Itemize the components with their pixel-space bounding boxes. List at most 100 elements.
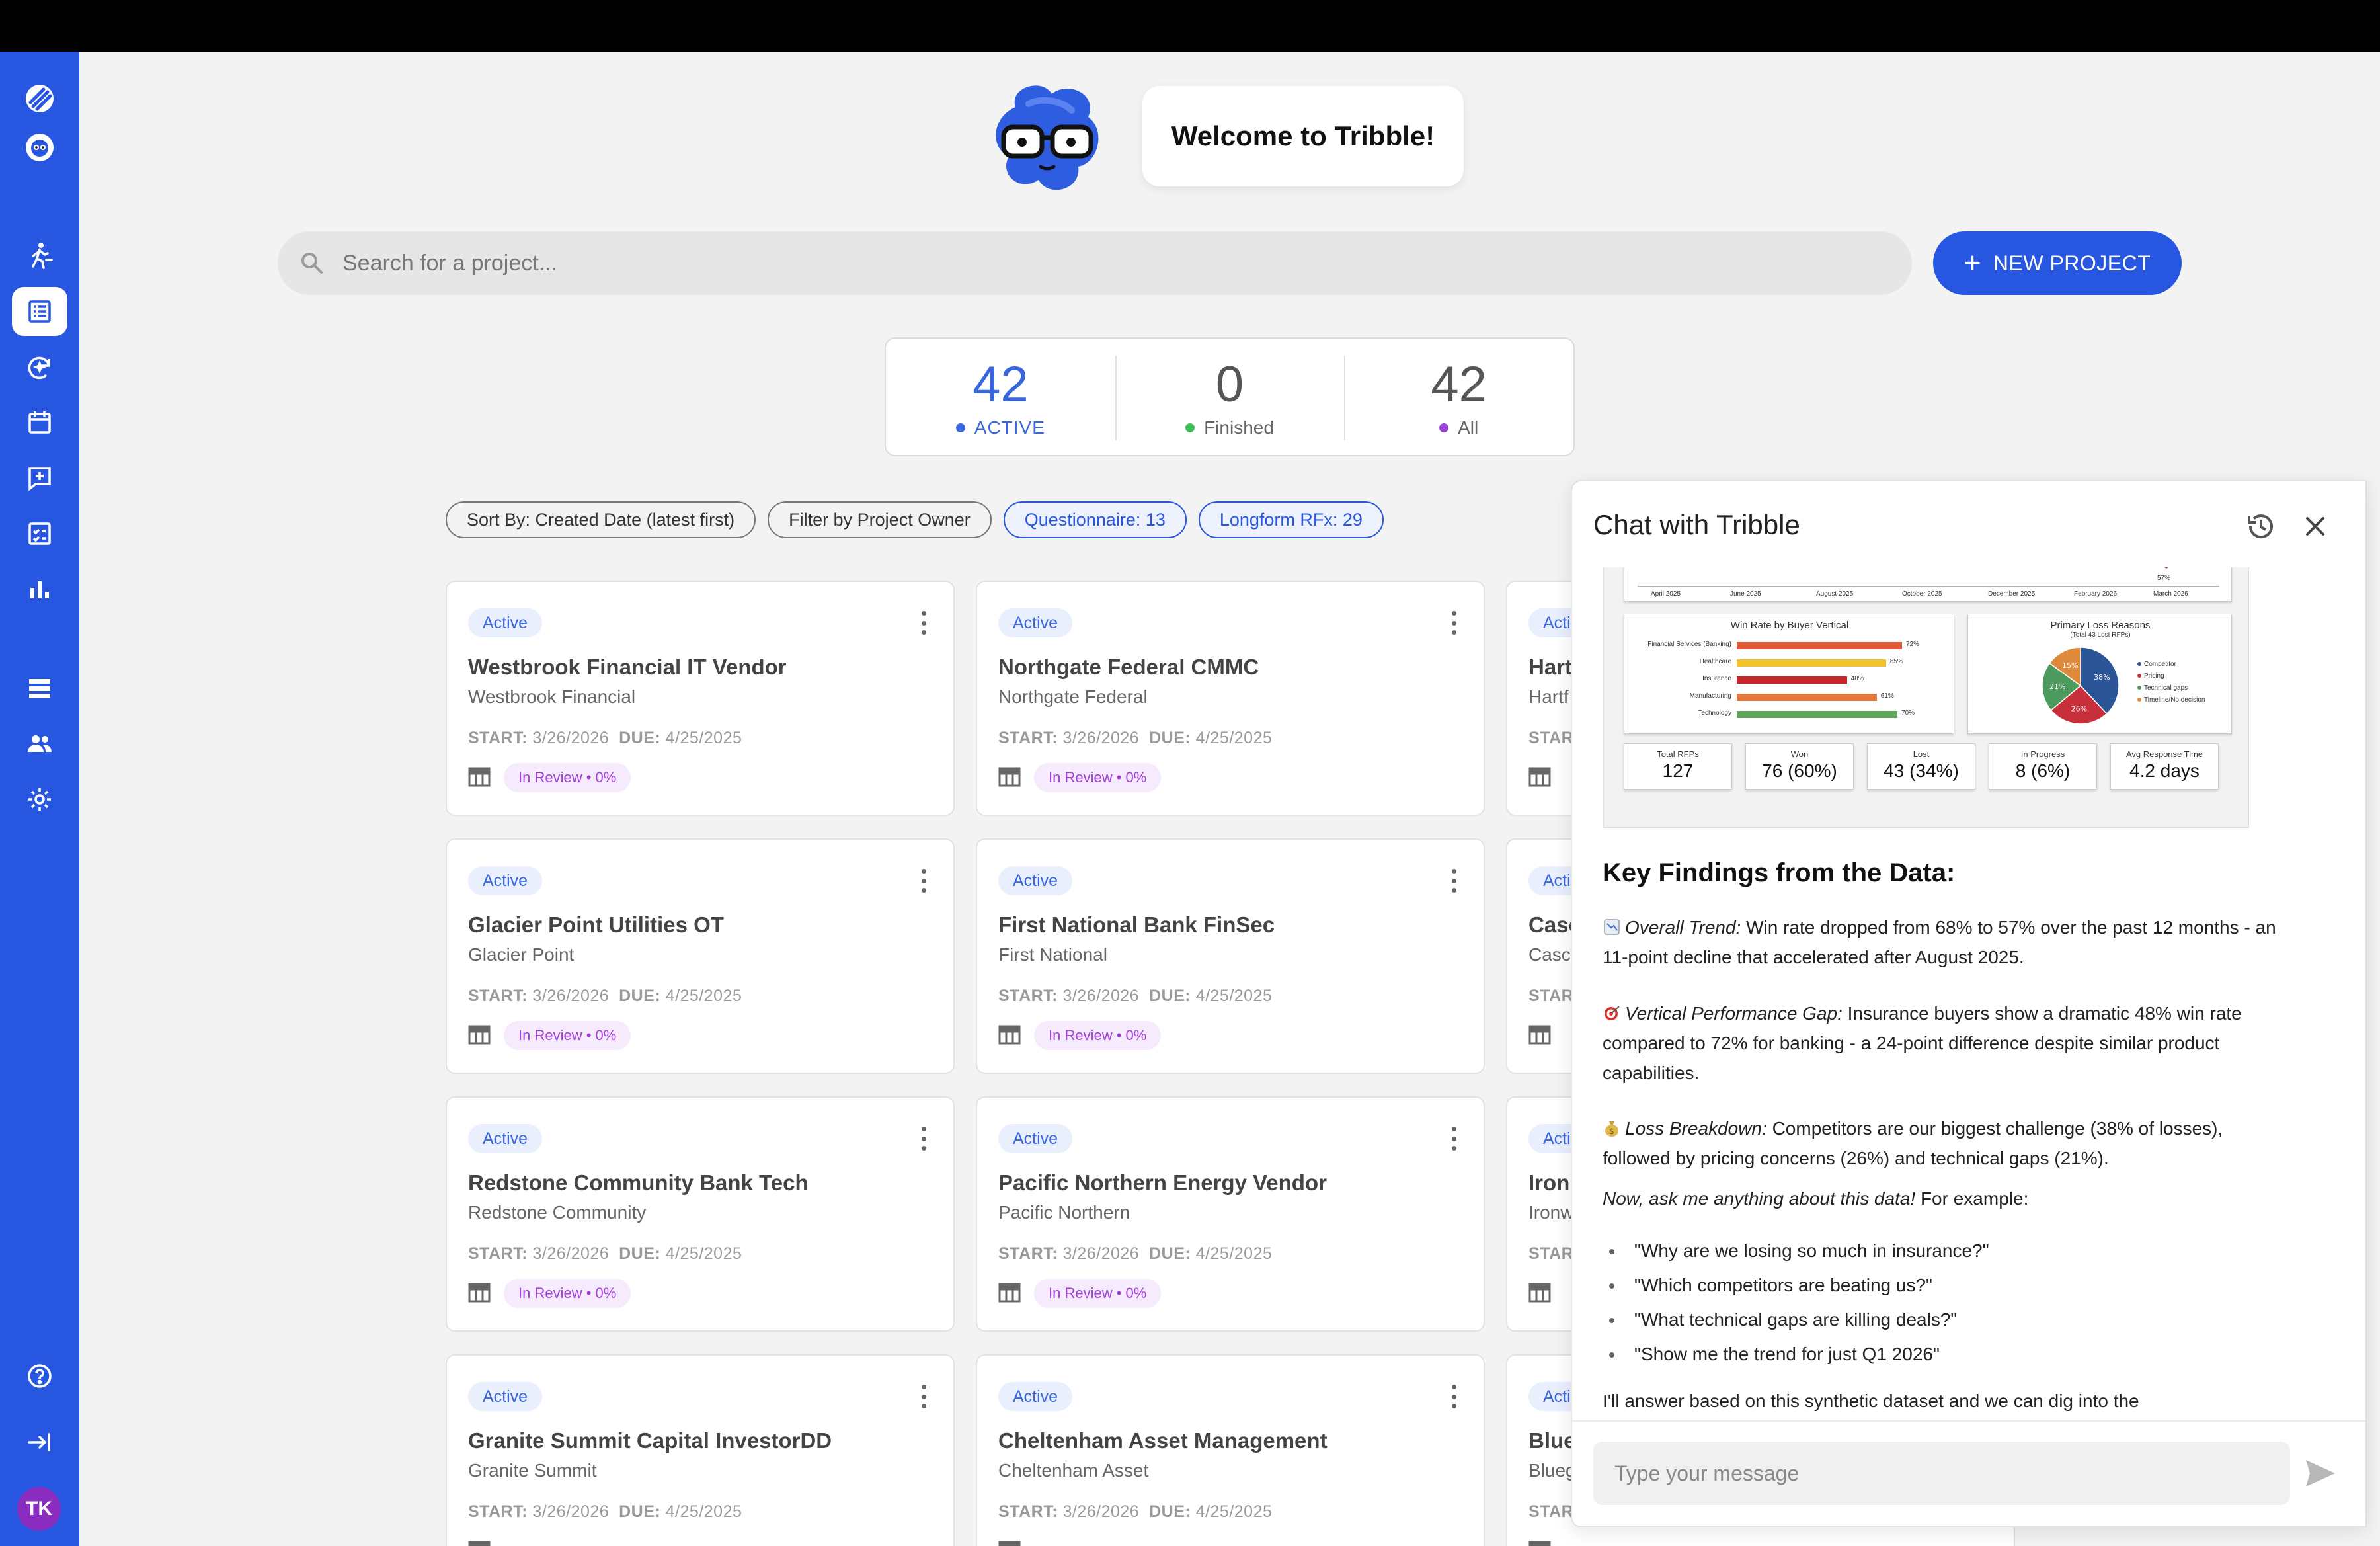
stat-label: Finished — [1204, 417, 1274, 438]
calendar-icon[interactable] — [12, 398, 67, 447]
status-badge: Active — [468, 608, 543, 637]
storage-icon[interactable] — [12, 664, 67, 713]
due-label: DUE: — [1149, 729, 1191, 747]
example-question[interactable]: "What technical gaps are killing deals?" — [1609, 1303, 1989, 1337]
project-stats: 42 ACTIVE 0 Finished 42 All — [885, 337, 1575, 456]
more-options-icon[interactable] — [1450, 1385, 1457, 1408]
chat-header: Chat with Tribble — [1572, 481, 2365, 567]
sidebar: TK — [0, 52, 79, 1546]
trend-x-label: April 2025 — [1651, 590, 1681, 598]
project-title: Redstone Community Bank Tech — [468, 1170, 809, 1195]
project-customer: Blueg — [1528, 1460, 1576, 1481]
bar-chart-icon[interactable] — [12, 565, 67, 614]
ask-rest: For example: — [1915, 1188, 2029, 1209]
collapse-icon[interactable] — [12, 1418, 67, 1467]
example-question[interactable]: "Which competitors are beating us?" — [1609, 1268, 1989, 1303]
vertical-value: 72% — [1906, 641, 1920, 648]
table-icon — [1528, 767, 1551, 787]
questionnaire-chip[interactable]: Questionnaire: 13 — [1003, 501, 1187, 538]
longform-rfx-chip[interactable]: Longform RFx: 29 — [1198, 501, 1384, 538]
stat-active[interactable]: 42 ACTIVE — [886, 339, 1115, 455]
project-card[interactable]: Active Glacier Point Utilities OT Glacier … — [446, 838, 955, 1074]
status-dot-icon — [955, 423, 965, 432]
legend-label: Pricing — [2144, 672, 2164, 680]
project-card[interactable]: Active Westbrook Financial IT Vendor Westb… — [446, 581, 955, 816]
chat-plus-icon[interactable] — [12, 454, 67, 503]
project-title: Iron — [1528, 1170, 1570, 1195]
sparkle-refresh-icon[interactable] — [12, 343, 67, 391]
send-icon[interactable] — [2305, 1459, 2336, 1488]
table-icon — [468, 767, 491, 787]
more-options-icon[interactable] — [1450, 869, 1457, 893]
project-customer: Glacier Point — [468, 944, 575, 965]
stat-value: 42 — [1431, 356, 1487, 413]
projects-list-icon[interactable] — [12, 287, 67, 336]
chat-message-input[interactable] — [1593, 1442, 2290, 1505]
sort-by-chip[interactable]: Sort By: Created Date (latest first) — [446, 501, 756, 538]
filter-owner-chip[interactable]: Filter by Project Owner — [768, 501, 992, 538]
filter-bar: Sort By: Created Date (latest first) Fil… — [446, 501, 1384, 538]
table-icon — [998, 1283, 1021, 1303]
due-date: 4/25/2025 — [1195, 1244, 1273, 1263]
due-label: DUE: — [619, 987, 661, 1005]
history-icon[interactable] — [2245, 510, 2277, 542]
project-customer: First National — [998, 944, 1107, 965]
tribble-bot-icon[interactable] — [12, 123, 67, 172]
kpi-value: 76 (60%) — [1762, 760, 1837, 781]
start-label: START: — [468, 729, 528, 747]
more-options-icon[interactable] — [920, 611, 927, 635]
more-options-icon[interactable] — [920, 1127, 927, 1151]
users-icon[interactable] — [12, 719, 67, 768]
project-customer: Northgate Federal — [998, 686, 1148, 707]
stat-label: ACTIVE — [974, 417, 1045, 438]
example-question[interactable]: "Why are we losing so much in insurance?… — [1609, 1234, 1989, 1268]
table-icon — [468, 1283, 491, 1303]
finding-overall-trend: Overall Trend: Win rate dropped from 68%… — [1603, 913, 2283, 972]
loss-legend-item: Technical gaps — [2137, 684, 2188, 692]
due-date: 4/25/2025 — [665, 987, 742, 1005]
kpi-label: Total RFPs — [1657, 749, 1699, 759]
project-card[interactable]: Active First National Bank FinSec First Na… — [976, 838, 1485, 1074]
project-card[interactable]: Active Redstone Community Bank Tech Redsto… — [446, 1096, 955, 1332]
start-date: 3/26/2026 — [532, 987, 610, 1005]
stat-finished[interactable]: 0 Finished — [1115, 339, 1345, 455]
start-date: 3/26/2026 — [532, 1502, 610, 1521]
stat-all[interactable]: 42 All — [1344, 339, 1573, 455]
project-card[interactable]: Active Cheltenham Asset Management Chelten… — [976, 1354, 1485, 1546]
project-card[interactable]: Active Pacific Northern Energy Vendor Paci… — [976, 1096, 1485, 1332]
plus-icon: + — [1964, 247, 1981, 279]
example-question[interactable]: "Show me the trend for just Q1 2026" — [1609, 1337, 1989, 1371]
project-card[interactable]: Active Granite Summit Capital InvestorDD G… — [446, 1354, 955, 1546]
avatar[interactable]: TK — [17, 1487, 61, 1531]
project-card[interactable]: Active Northgate Federal CMMC Northgate Fe… — [976, 581, 1485, 816]
status-badge: Active — [998, 866, 1073, 895]
project-dates: START: 3/26/2026 DUE: 4/25/2025 — [468, 729, 742, 748]
more-options-icon[interactable] — [1450, 1127, 1457, 1151]
project-customer: Hartf — [1528, 686, 1569, 707]
search-input[interactable] — [342, 250, 1797, 276]
project-title: Glacier Point Utilities OT — [468, 913, 724, 937]
settings-icon[interactable] — [12, 775, 67, 824]
legend-label: Technical gaps — [2144, 684, 2188, 692]
search-bar[interactable] — [278, 231, 1912, 295]
status-badge: Active — [468, 1124, 543, 1153]
status-badge: Active — [998, 1382, 1073, 1411]
project-customer: Westbrook Financial — [468, 686, 636, 707]
close-icon[interactable] — [2302, 513, 2328, 540]
start-label: START: — [468, 1502, 528, 1521]
table-icon — [998, 767, 1021, 787]
more-options-icon[interactable] — [920, 1385, 927, 1408]
checklist-icon[interactable] — [12, 509, 67, 558]
help-icon[interactable] — [12, 1352, 67, 1401]
new-project-button[interactable]: + NEW PROJECT — [1933, 231, 2182, 295]
kpi-label: Lost — [1913, 749, 1930, 759]
status-dot-icon — [1185, 423, 1195, 432]
vertical-bar — [1737, 711, 1898, 718]
closing-text: I'll answer based on this synthetic data… — [1603, 1391, 2139, 1411]
walking-person-icon[interactable] — [12, 231, 67, 280]
stat-value: 42 — [972, 356, 1029, 413]
more-options-icon[interactable] — [1450, 611, 1457, 635]
kpi-card: Total RFPs 127 — [1624, 743, 1732, 790]
logo-icon[interactable] — [12, 74, 67, 123]
more-options-icon[interactable] — [920, 869, 927, 893]
